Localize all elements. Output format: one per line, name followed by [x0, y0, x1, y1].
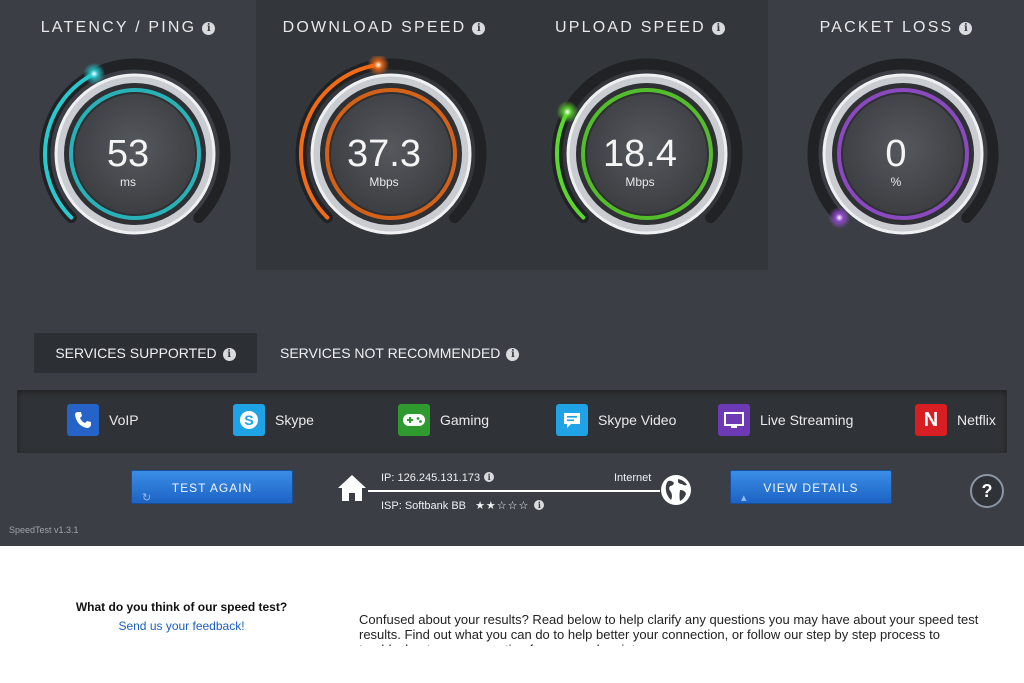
- packet-loss-title: PACKET LOSS i: [768, 19, 1024, 37]
- refresh-icon: ↻: [142, 492, 152, 504]
- upload-column: UPLOAD SPEED i 18.4 Mbps: [512, 0, 768, 270]
- netflix-icon: N: [915, 404, 947, 436]
- test-again-button[interactable]: ↻ TEST AGAIN: [131, 470, 293, 504]
- info-icon[interactable]: i: [484, 472, 495, 482]
- download-unit: Mbps: [369, 175, 399, 189]
- service-label: Netflix: [957, 412, 996, 428]
- upload-value: 18.4: [603, 133, 677, 175]
- feedback-link[interactable]: Send us your feedback!: [0, 619, 363, 633]
- info-icon[interactable]: i: [202, 22, 216, 35]
- download-column: DOWNLOAD SPEED i 37.3 Mbps: [256, 0, 512, 270]
- service-gaming[interactable]: Gaming: [398, 404, 489, 436]
- service-label: Live Streaming: [760, 412, 854, 428]
- ip-address: IP: 126.245.131.173 i: [381, 472, 495, 484]
- tab-services-not-recommended[interactable]: SERVICES NOT RECOMMENDED i: [280, 333, 520, 373]
- version-label: SpeedTest v1.3.1: [9, 525, 79, 535]
- isp-rating: ★★☆☆☆: [475, 499, 530, 512]
- isp-label: ISP: Softbank BB: [381, 500, 466, 512]
- upload-unit: Mbps: [625, 175, 655, 189]
- chart-icon: ▴: [741, 492, 747, 504]
- service-label: VoIP: [109, 412, 139, 428]
- latency-title: LATENCY / PING i: [0, 19, 256, 37]
- service-skype-video[interactable]: Skype Video: [556, 404, 676, 436]
- info-icon[interactable]: i: [222, 348, 236, 361]
- internet-label: Internet: [614, 472, 652, 484]
- view-details-button[interactable]: ▴ VIEW DETAILS: [730, 470, 892, 504]
- service-label: Skype: [275, 412, 314, 428]
- info-icon[interactable]: i: [506, 348, 520, 361]
- gamepad-icon: [398, 404, 430, 436]
- tab-services-supported[interactable]: SERVICES SUPPORTED i: [34, 333, 257, 373]
- view-details-label: VIEW DETAILS: [763, 481, 859, 495]
- info-icon[interactable]: i: [534, 500, 545, 510]
- results-help-text: Confused about your results? Read below …: [359, 612, 979, 646]
- latency-column: LATENCY / PING i 53 ms: [0, 0, 256, 270]
- globe-icon: [661, 475, 691, 505]
- info-icon[interactable]: i: [959, 22, 973, 35]
- upload-title: UPLOAD SPEED i: [512, 19, 768, 37]
- skype-icon: S: [233, 404, 265, 436]
- latency-value: 53: [106, 133, 150, 175]
- test-again-label: TEST AGAIN: [171, 481, 253, 495]
- download-title: DOWNLOAD SPEED i: [256, 19, 512, 37]
- packet-loss-column: PACKET LOSS i 0 %: [768, 0, 1024, 270]
- video-chat-icon: [556, 404, 588, 436]
- service-label: Skype Video: [598, 412, 677, 428]
- connection-line: [368, 490, 660, 492]
- service-voip[interactable]: VoIP: [67, 404, 139, 436]
- info-icon[interactable]: i: [711, 22, 725, 35]
- feedback-question: What do you think of our speed test?: [75, 600, 288, 614]
- service-skype[interactable]: S Skype: [233, 404, 314, 436]
- home-icon: [338, 475, 366, 501]
- service-label: Gaming: [440, 412, 490, 428]
- svg-text:S: S: [244, 412, 253, 428]
- download-value: 37.3: [347, 133, 421, 175]
- monitor-icon: [718, 404, 750, 436]
- gauge-indicator: [367, 56, 390, 76]
- help-button[interactable]: ?: [970, 474, 1004, 508]
- isp-info: ISP: Softbank BB ★★☆☆☆ i: [381, 499, 545, 512]
- speedtest-panel: LATENCY / PING i 53 ms DOWNLOAD SPEED i 37…: [0, 0, 1024, 546]
- services-strip: [17, 390, 1007, 453]
- phone-icon: [67, 404, 99, 436]
- service-live-streaming[interactable]: Live Streaming: [718, 404, 853, 436]
- info-icon[interactable]: i: [472, 22, 486, 35]
- service-netflix[interactable]: N Netflix: [915, 404, 996, 436]
- packet-loss-unit: %: [890, 175, 902, 189]
- packet-loss-value: 0: [885, 133, 907, 175]
- latency-unit: ms: [120, 175, 136, 189]
